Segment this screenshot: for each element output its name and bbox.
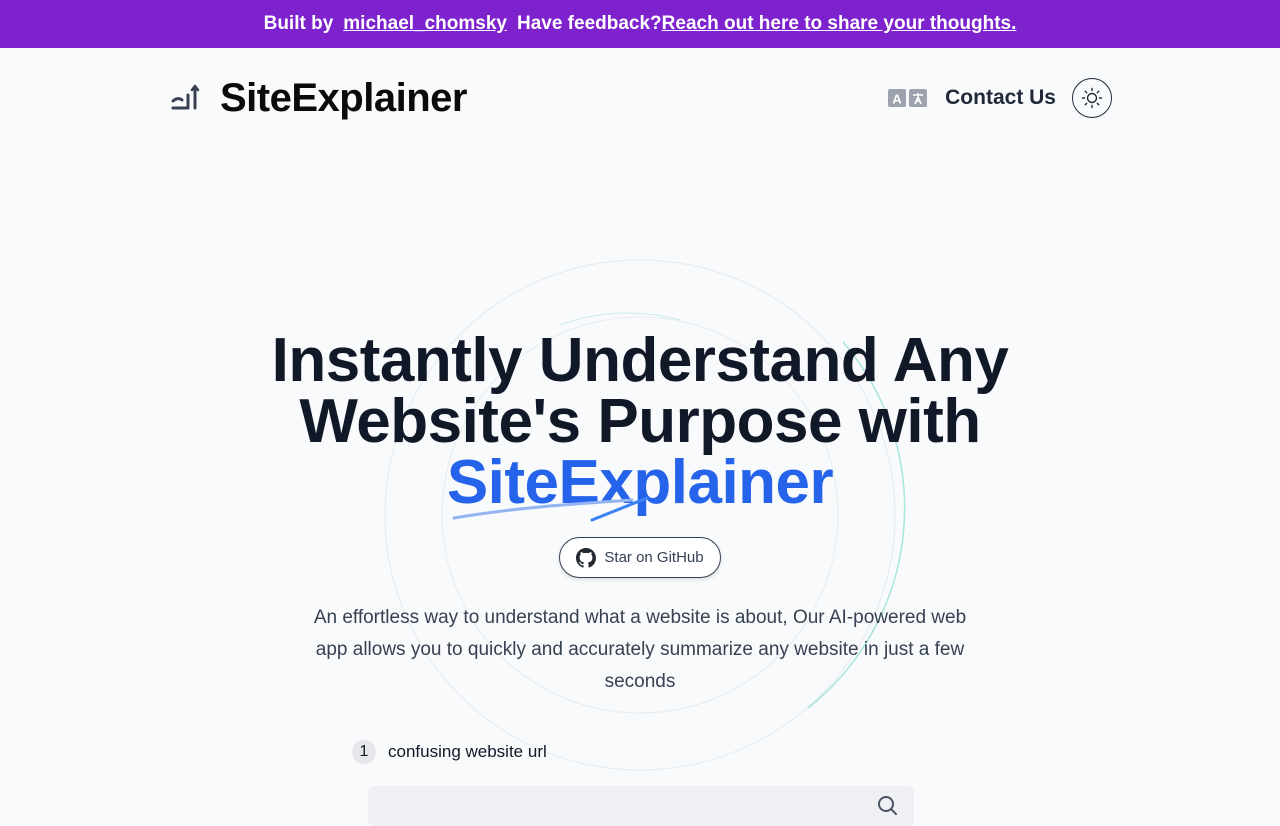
logo-icon xyxy=(171,84,200,110)
url-input-wrapper xyxy=(368,786,914,826)
banner-feedback-text: Have feedback? xyxy=(516,13,662,34)
step-1: 1 confusing website url xyxy=(352,740,547,764)
header-nav: A Contact Us xyxy=(887,78,1112,118)
step-number-badge: 1 xyxy=(352,740,376,764)
translate-icon[interactable]: A xyxy=(887,86,929,110)
feedback-link[interactable]: Reach out here to share your thoughts. xyxy=(662,13,1017,35)
site-header: SiteExplainer A Contact Us xyxy=(170,70,1112,126)
banner-built-by: Built by xyxy=(263,13,334,34)
search-icon[interactable] xyxy=(876,794,898,816)
underline-swoosh-icon xyxy=(452,496,649,522)
feedback-banner: Built by michael_chomsky Have feedback? … xyxy=(0,0,1280,48)
star-on-github-button[interactable]: Star on GitHub xyxy=(559,537,721,578)
hero-description: An effortless way to understand what a w… xyxy=(313,607,967,692)
url-input[interactable] xyxy=(368,786,914,826)
author-link[interactable]: michael_chomsky xyxy=(343,13,507,35)
github-icon xyxy=(576,547,597,568)
sun-icon xyxy=(1081,87,1103,109)
github-button-label: Star on GitHub xyxy=(604,549,704,566)
logo-text: SiteExplainer xyxy=(220,75,467,120)
contact-us-link[interactable]: Contact Us xyxy=(945,86,1056,110)
hero-title: Instantly Understand Any Website's Purpo… xyxy=(190,326,1090,514)
hero-title-line-1: Instantly Understand Any xyxy=(271,326,1009,395)
logo[interactable]: SiteExplainer xyxy=(170,76,467,121)
step-label: confusing website url xyxy=(388,742,547,761)
svg-text:A: A xyxy=(892,92,902,107)
theme-toggle-button[interactable] xyxy=(1072,78,1112,118)
hero-title-line-2: Website's Purpose with xyxy=(299,387,981,456)
